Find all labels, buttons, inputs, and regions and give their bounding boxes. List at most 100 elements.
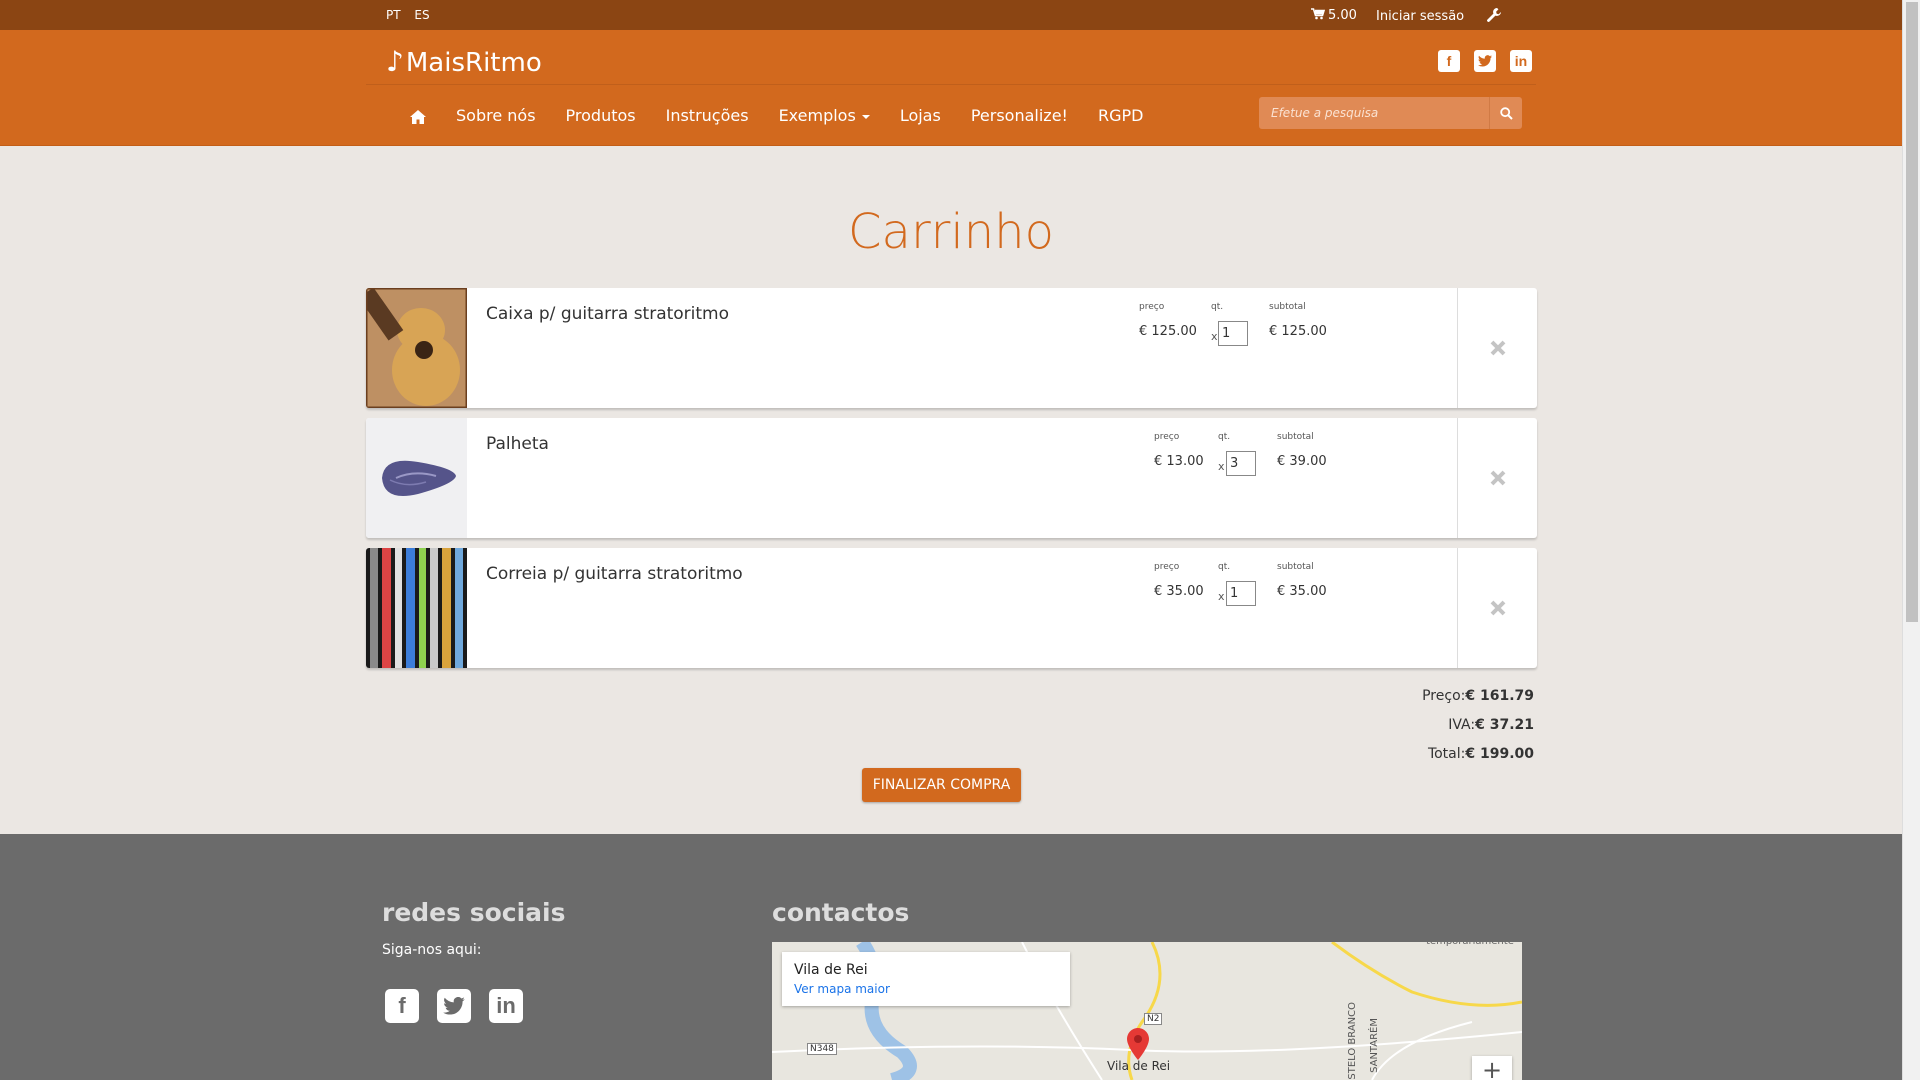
road-label-n2: N2 (1144, 1013, 1163, 1025)
twitter-icon[interactable] (437, 989, 471, 1023)
times-sign: x (1211, 330, 1218, 343)
item-subtotal: € 39.00 (1277, 454, 1327, 469)
subtotal-label: subtotal (1269, 302, 1306, 312)
contacts-title: contactos (772, 898, 910, 927)
search-icon (1499, 106, 1513, 120)
login-link[interactable]: Iniciar sessão (1376, 9, 1464, 24)
times-sign: x (1218, 590, 1225, 603)
remove-item-button[interactable] (1457, 418, 1537, 538)
product-image (366, 548, 467, 668)
nav-examples-label: Exemplos (778, 106, 856, 125)
lang-es[interactable]: ES (414, 8, 429, 22)
larger-map-link[interactable]: Ver mapa maior (794, 982, 890, 996)
price-total-label: Preço: (1422, 688, 1466, 704)
vat-row: IVA:€ 37.21 (1422, 717, 1534, 746)
close-icon (1490, 600, 1505, 616)
cart-summary[interactable]: 5.00 (1311, 8, 1357, 23)
nav-about[interactable]: Sobre nós (456, 106, 536, 125)
map-place-name: Vila de Rei (794, 962, 868, 978)
page-scrollbar[interactable] (1902, 0, 1920, 1080)
price-total-value: € 161.79 (1465, 688, 1534, 704)
zoom-in-button[interactable]: + (1472, 1056, 1512, 1080)
times-sign: x (1218, 460, 1225, 473)
chevron-down-icon (861, 114, 870, 119)
close-icon (1490, 470, 1505, 486)
order-totals: Preço:€ 161.79 IVA:€ 37.21 Total:€ 199.0… (1422, 688, 1534, 775)
price-label: preço (1154, 562, 1180, 572)
cart-icon (1311, 8, 1326, 20)
item-price: € 125.00 (1139, 324, 1197, 339)
remove-item-button[interactable] (1457, 288, 1537, 408)
nav-examples[interactable]: Exemplos (779, 106, 870, 125)
qty-label: qt. (1218, 562, 1231, 572)
quantity-input[interactable] (1226, 581, 1256, 606)
nav-gdpr[interactable]: RGPD (1098, 106, 1143, 125)
item-subtotal: € 125.00 (1269, 324, 1327, 339)
home-icon[interactable] (410, 109, 426, 124)
map-vertical-label: STELO BRANCO (1347, 1002, 1358, 1080)
linkedin-icon[interactable]: in (489, 989, 523, 1023)
road-label-n348: N348 (807, 1043, 837, 1055)
item-price: € 13.00 (1154, 454, 1204, 469)
header-social-links: f in (1438, 50, 1532, 72)
scrollbar-thumb[interactable] (1906, 2, 1918, 622)
cart-item: Correia p/ guitarra stratoritmo preço qt… (366, 548, 1537, 668)
lang-pt[interactable]: PT (386, 8, 401, 22)
subtotal-label: subtotal (1277, 562, 1314, 572)
product-name[interactable]: Caixa p/ guitarra stratoritmo (486, 304, 729, 324)
facebook-icon[interactable]: f (385, 989, 419, 1023)
price-total-row: Preço:€ 161.79 (1422, 688, 1534, 717)
map-top-label: temporariamente (1426, 942, 1514, 947)
page-title: Carrinho (848, 204, 1054, 260)
top-bar: PT ES 5.00 Iniciar sessão (0, 0, 1902, 30)
vat-value: € 37.21 (1475, 717, 1534, 733)
nav-customize[interactable]: Personalize! (971, 106, 1068, 125)
map-town-label: Vila de Rei (1107, 1059, 1171, 1073)
grand-total-row: Total:€ 199.00 (1422, 746, 1534, 775)
site-header: ♪MaisRitmo f in Sobre nós Produtos Instr… (0, 30, 1902, 146)
product-image (366, 418, 467, 538)
logo-text: MaisRitmo (405, 48, 542, 78)
nav-instructions[interactable]: Instruções (666, 106, 749, 125)
map-vertical-label: SANTARÉM (1369, 1018, 1380, 1073)
product-name[interactable]: Palheta (486, 434, 549, 454)
footer-social-links: f in (385, 989, 523, 1023)
checkout-button[interactable]: FINALIZAR COMPRA (862, 768, 1021, 802)
product-image (366, 288, 467, 408)
site-logo[interactable]: ♪MaisRitmo (386, 45, 542, 78)
follow-text: Siga-nos aqui: (382, 942, 482, 958)
facebook-icon[interactable]: f (1438, 50, 1460, 72)
music-note-icon: ♪ (386, 45, 404, 78)
embedded-map[interactable]: Vila de Rei Ver mapa maior N2 N348 tempo… (772, 942, 1522, 1080)
search-input[interactable] (1259, 97, 1489, 129)
vat-label: IVA: (1448, 717, 1476, 733)
social-title: redes sociais (382, 898, 566, 927)
qty-label: qt. (1218, 432, 1231, 442)
search-button[interactable] (1489, 97, 1522, 129)
quantity-input[interactable] (1226, 451, 1256, 476)
close-icon (1490, 340, 1505, 356)
search-box (1259, 97, 1522, 129)
site-footer: redes sociais Siga-nos aqui: f in contac… (0, 834, 1902, 1080)
price-label: preço (1154, 432, 1180, 442)
nav-stores[interactable]: Lojas (900, 106, 941, 125)
cart-item: Caixa p/ guitarra stratoritmo preço qt. … (366, 288, 1537, 408)
product-name[interactable]: Correia p/ guitarra stratoritmo (486, 564, 743, 584)
main-nav: Sobre nós Produtos Instruções Exemplos L… (410, 106, 1173, 125)
twitter-icon[interactable] (1474, 50, 1496, 72)
quantity-input[interactable] (1218, 321, 1248, 346)
nav-products[interactable]: Produtos (566, 106, 636, 125)
linkedin-icon[interactable]: in (1510, 50, 1532, 72)
header-divider (366, 84, 1536, 85)
price-label: preço (1139, 302, 1165, 312)
language-switcher: PT ES (386, 8, 440, 22)
wrench-icon[interactable] (1486, 7, 1502, 27)
grand-total-label: Total: (1427, 746, 1466, 762)
item-price: € 35.00 (1154, 584, 1204, 599)
subtotal-label: subtotal (1277, 432, 1314, 442)
cart-item: Palheta preço qt. subtotal € 13.00 x € 3… (366, 418, 1537, 538)
remove-item-button[interactable] (1457, 548, 1537, 668)
map-place-card: Vila de Rei Ver mapa maior (782, 952, 1070, 1006)
grand-total-value: € 199.00 (1465, 746, 1534, 762)
qty-label: qt. (1211, 302, 1224, 312)
